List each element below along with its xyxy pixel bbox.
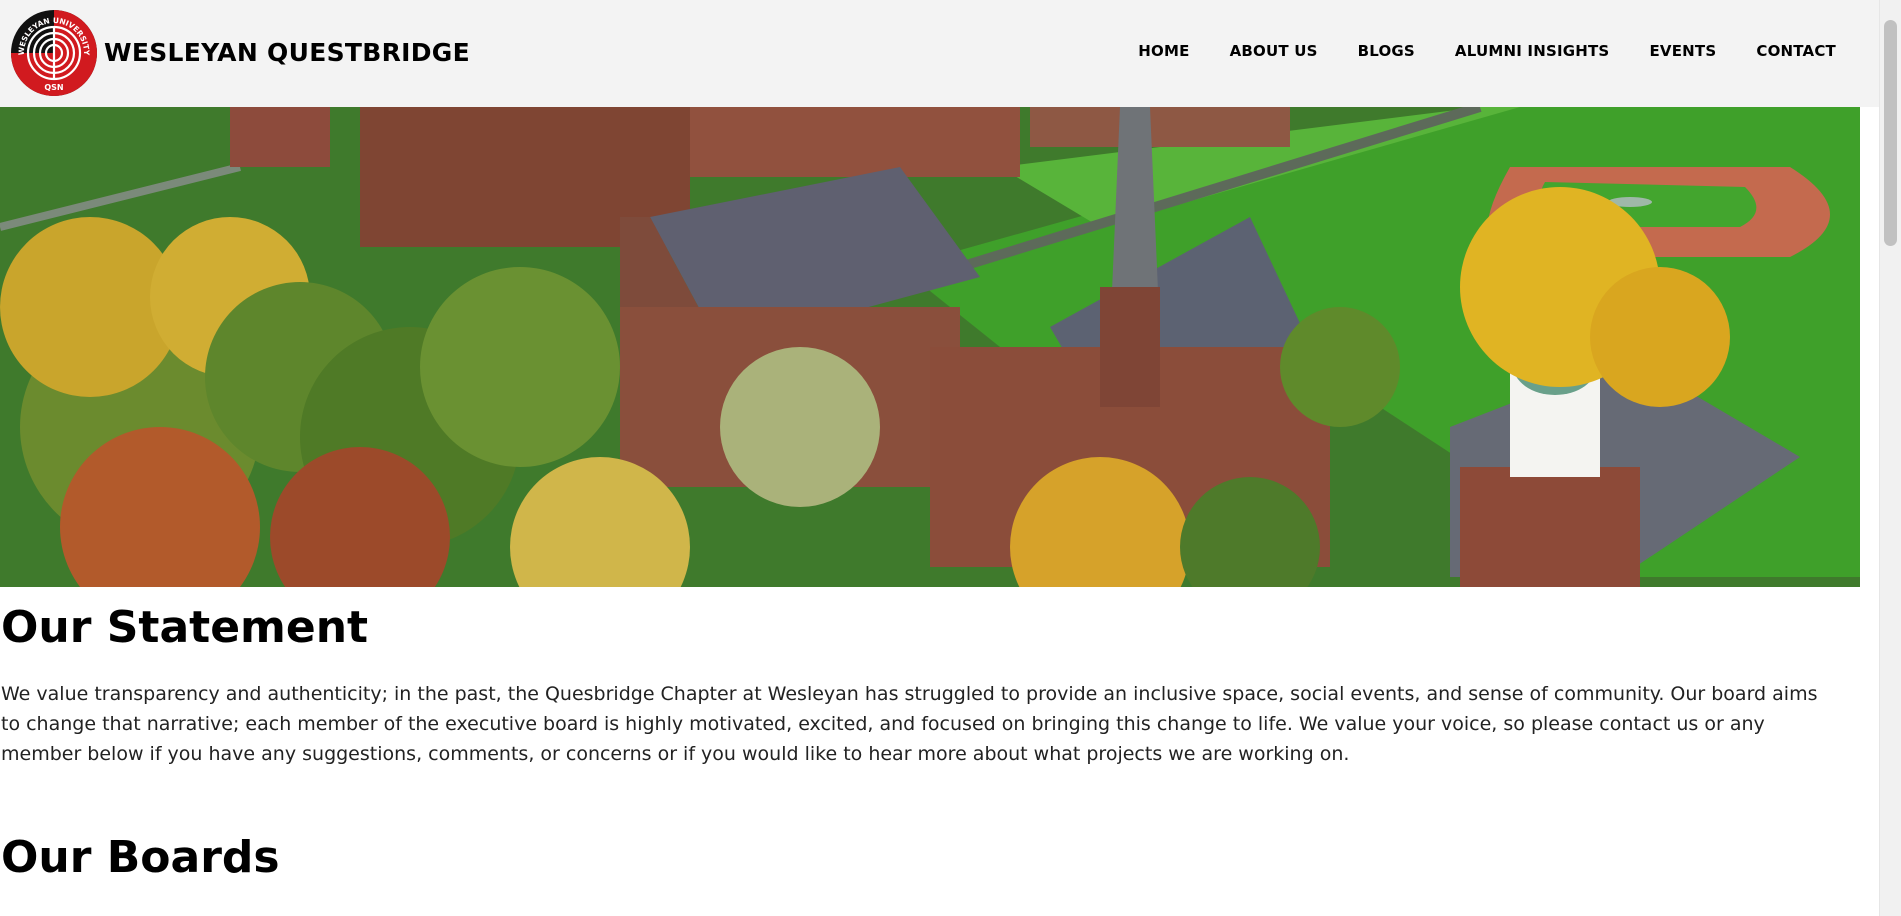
nav-item-blogs[interactable]: BLOGS [1358, 42, 1415, 60]
page: WESLEYAN UNIVERSITY QSN WESLEYAN QUESTBR… [0, 0, 1880, 916]
hero-image [0, 107, 1860, 587]
statement-heading: Our Statement [1, 602, 369, 653]
brand-title[interactable]: WESLEYAN QUESTBRIDGE [104, 38, 470, 67]
boards-heading: Our Boards [1, 832, 280, 883]
page-scrollbar[interactable] [1879, 0, 1901, 916]
logo-icon[interactable]: WESLEYAN UNIVERSITY QSN [10, 9, 98, 97]
nav-item-events[interactable]: EVENTS [1649, 42, 1716, 60]
nav-item-contact[interactable]: CONTACT [1756, 42, 1836, 60]
nav-item-alumni-insights[interactable]: ALUMNI INSIGHTS [1455, 42, 1610, 60]
main-nav: HOME ABOUT US BLOGS ALUMNI INSIGHTS EVEN… [1138, 42, 1836, 60]
nav-item-about-us[interactable]: ABOUT US [1230, 42, 1318, 60]
nav-item-home[interactable]: HOME [1138, 42, 1189, 60]
scrollbar-thumb[interactable] [1884, 20, 1897, 246]
navbar: WESLEYAN UNIVERSITY QSN WESLEYAN QUESTBR… [0, 0, 1880, 107]
statement-paragraph: We value transparency and authenticity; … [1, 683, 1818, 765]
svg-text:QSN: QSN [44, 83, 63, 92]
